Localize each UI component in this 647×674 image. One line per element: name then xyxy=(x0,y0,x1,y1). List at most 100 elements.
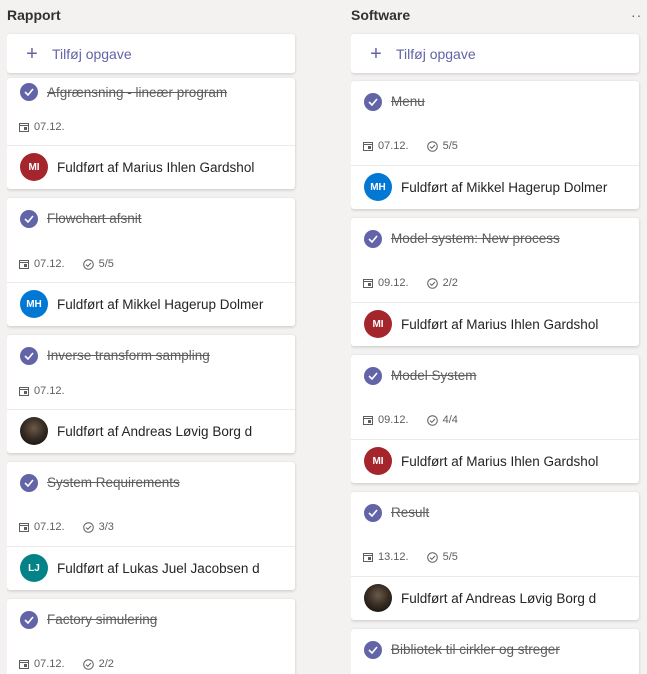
completed-by: MH Fuldført af Mikkel Hagerup Dolmer xyxy=(20,290,272,318)
task-card[interactable]: Model system: New process 09.12. 2/2 MI … xyxy=(351,218,639,346)
completed-check-icon[interactable] xyxy=(364,230,382,248)
checklist-icon xyxy=(426,140,438,152)
task-title: Bibliotek til cirkler og streger xyxy=(391,642,560,657)
completed-by-text: Fuldført af Marius Ihlen Gardshol xyxy=(401,453,599,469)
due-date: 13.12. xyxy=(378,551,409,563)
calendar-icon xyxy=(363,416,373,425)
completed-by: Fuldført af Andreas Løvig Borg d xyxy=(364,584,616,612)
completed-by: Fuldført af Andreas Løvig Borg d xyxy=(20,417,272,445)
completed-check-icon[interactable] xyxy=(20,210,38,228)
task-card[interactable]: Result 13.12. 5/5 Fuldført af Andreas Lø… xyxy=(351,492,639,620)
checklist-count: 4/4 xyxy=(442,414,458,426)
divider xyxy=(351,576,639,577)
task-title: Factory simulering xyxy=(47,612,158,627)
due-date: 07.12. xyxy=(34,121,65,133)
task-meta: 07.12. 5/5 xyxy=(363,140,458,152)
calendar-icon xyxy=(19,123,29,132)
divider xyxy=(351,439,639,440)
more-options-icon[interactable]: ··· xyxy=(631,7,641,23)
task-card[interactable]: Bibliotek til cirkler og streger xyxy=(351,629,639,674)
checklist-count: 3/3 xyxy=(98,521,114,533)
task-card[interactable]: Inverse transform sampling 07.12. Fuldfø… xyxy=(7,335,295,453)
checklist-icon xyxy=(426,414,438,426)
due-date: 09.12. xyxy=(378,277,409,289)
task-meta: 09.12. 4/4 xyxy=(363,414,458,426)
add-task-label: Tilføj opgave xyxy=(52,45,132,62)
due-date: 07.12. xyxy=(34,521,65,533)
avatar-photo xyxy=(364,584,392,612)
task-title: Afgrænsning - lineær program xyxy=(47,85,228,100)
task-meta: 07.12. 2/2 xyxy=(19,658,114,670)
completed-check-icon[interactable] xyxy=(20,83,38,101)
task-card[interactable]: Flowchart afsnit 07.12. 5/5 MH Fuldført … xyxy=(7,198,295,326)
avatar: MI xyxy=(364,447,392,475)
divider xyxy=(7,546,295,547)
add-task-button[interactable]: + Tilføj opgave xyxy=(7,34,295,73)
completed-by: MI Fuldført af Marius Ihlen Gardshol xyxy=(364,310,616,338)
completed-by-text: Fuldført af Mikkel Hagerup Dolmer xyxy=(401,179,608,195)
task-card[interactable]: Factory simulering 07.12. 2/2 xyxy=(7,599,295,674)
add-task-button[interactable]: + Tilføj opgave xyxy=(351,34,639,73)
completed-check-icon[interactable] xyxy=(364,504,382,522)
completed-check-icon[interactable] xyxy=(364,93,382,111)
task-meta: 07.12. xyxy=(19,121,65,133)
task-title: Flowchart afsnit xyxy=(47,211,142,226)
bucket-software: Software ··· + Tilføj opgave Menu 07.12.… xyxy=(351,0,641,674)
completed-check-icon[interactable] xyxy=(20,474,38,492)
completed-by-text: Fuldført af Marius Ihlen Gardshol xyxy=(401,316,599,332)
task-meta: 07.12. 3/3 xyxy=(19,521,114,533)
avatar: MI xyxy=(364,310,392,338)
calendar-icon xyxy=(19,260,29,269)
checklist-count: 2/2 xyxy=(442,277,458,289)
task-title: System Requirements xyxy=(47,475,180,490)
divider xyxy=(351,165,639,166)
bucket-title: Software xyxy=(351,7,411,23)
checklist-count: 5/5 xyxy=(442,140,458,152)
completed-by-text: Fuldført af Andreas Løvig Borg d xyxy=(401,590,597,606)
avatar: LJ xyxy=(20,554,48,582)
checklist-count: 2/2 xyxy=(98,658,114,670)
checklist-icon xyxy=(426,551,438,563)
due-date: 07.12. xyxy=(378,140,409,152)
due-date: 07.12. xyxy=(34,385,65,397)
completed-check-icon[interactable] xyxy=(20,347,38,365)
due-date: 07.12. xyxy=(34,258,65,270)
avatar-photo xyxy=(20,417,48,445)
task-card[interactable]: System Requirements 07.12. 3/3 LJ Fuldfø… xyxy=(7,462,295,590)
checklist-icon xyxy=(82,658,94,670)
task-meta: 13.12. 5/5 xyxy=(363,551,458,563)
completed-by-text: Fuldført af Mikkel Hagerup Dolmer xyxy=(57,296,264,312)
plus-icon: + xyxy=(370,42,382,65)
completed-check-icon[interactable] xyxy=(364,641,382,659)
add-task-label: Tilføj opgave xyxy=(396,45,476,62)
completed-by-text: Fuldført af Marius Ihlen Gardshol xyxy=(57,159,255,175)
completed-check-icon[interactable] xyxy=(364,367,382,385)
task-title: Result xyxy=(391,505,430,520)
checklist-icon xyxy=(82,258,94,270)
task-card[interactable]: Menu 07.12. 5/5 MH Fuldført af Mikkel Ha… xyxy=(351,81,639,209)
task-meta: 09.12. 2/2 xyxy=(363,277,458,289)
checklist-icon xyxy=(426,277,438,289)
bucket-title: Rapport xyxy=(7,7,61,23)
divider xyxy=(7,409,295,410)
task-meta: 07.12. 5/5 xyxy=(19,258,114,270)
task-title: Inverse transform sampling xyxy=(47,348,210,363)
avatar: MH xyxy=(20,290,48,318)
divider xyxy=(7,282,295,283)
bucket-header: Rapport xyxy=(7,5,297,25)
checklist-icon xyxy=(82,521,94,533)
bucket-header: Software ··· xyxy=(351,5,641,25)
avatar: MH xyxy=(364,173,392,201)
divider xyxy=(351,302,639,303)
task-card[interactable]: Afgrænsning - lineær program 07.12. MI F… xyxy=(7,78,295,189)
checklist-count: 5/5 xyxy=(442,551,458,563)
calendar-icon xyxy=(363,553,373,562)
completed-check-icon[interactable] xyxy=(20,611,38,629)
calendar-icon xyxy=(363,279,373,288)
calendar-icon xyxy=(19,387,29,396)
completed-by: LJ Fuldført af Lukas Juel Jacobsen d xyxy=(20,554,272,582)
completed-by: MI Fuldført af Marius Ihlen Gardshol xyxy=(364,447,616,475)
completed-by-text: Fuldført af Lukas Juel Jacobsen d xyxy=(57,560,260,576)
calendar-icon xyxy=(363,142,373,151)
task-card[interactable]: Model System 09.12. 4/4 MI Fuldført af M… xyxy=(351,355,639,483)
